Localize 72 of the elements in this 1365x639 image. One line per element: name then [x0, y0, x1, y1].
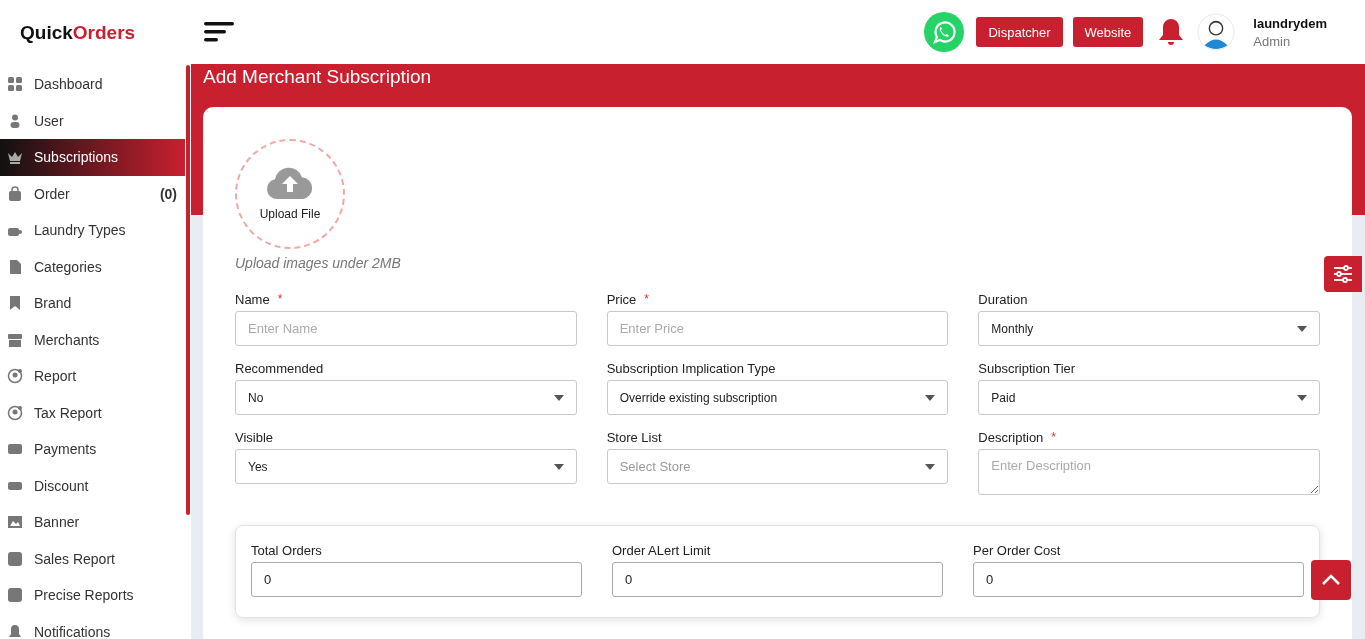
select-dropdown[interactable]: Paid: [978, 380, 1320, 415]
sidebar-item[interactable]: Precise Reports: [0, 577, 185, 614]
field-label: Price: [606, 291, 637, 307]
field-label: Per Order Cost: [973, 542, 1061, 558]
number-field[interactable]: 0: [612, 562, 943, 597]
sidebar-item[interactable]: Dashboard: [0, 66, 185, 103]
caret-icon: [553, 394, 564, 401]
avatar-icon[interactable]: [1197, 13, 1236, 51]
cloud-upload-icon: [265, 167, 315, 201]
header-button[interactable]: Dispatcher: [976, 17, 1063, 47]
field-label: Subscription Implication Type: [606, 360, 776, 376]
user-role: Admin: [1253, 33, 1292, 49]
sidebar-item[interactable]: Categories: [0, 248, 185, 285]
sidebar-item[interactable]: Report: [0, 358, 185, 395]
field-label: Visible: [235, 429, 274, 445]
sidebar-item[interactable]: Brand: [0, 285, 185, 322]
menu-icon[interactable]: [204, 20, 236, 44]
field-label: Duration: [978, 291, 1028, 307]
sidebar-item[interactable]: Payments: [0, 431, 185, 468]
caret-icon: [1297, 394, 1307, 401]
caret-icon: [925, 463, 936, 470]
sidebar-item[interactable]: Merchants: [0, 321, 185, 358]
field-label: Subscription Tier: [978, 360, 1076, 376]
field-label: Store List: [606, 429, 662, 445]
number-field[interactable]: 0: [251, 562, 582, 597]
sidebar-item[interactable]: Subscriptions: [0, 139, 185, 176]
document-icon: [7, 258, 23, 275]
page-title: Add Merchant Subscription: [203, 65, 433, 89]
sidebar-item[interactable]: Banner: [0, 504, 185, 541]
select-dropdown[interactable]: Monthly: [978, 311, 1320, 346]
caret-icon: [925, 394, 936, 401]
required-asterisk: *: [277, 292, 283, 306]
sidebar-item[interactable]: Notifications: [0, 613, 185, 639]
person-circle-icon: [7, 404, 23, 421]
upload-hint: Upload images under 2MB: [235, 255, 402, 271]
quickorders-logo: QuickOrders: [19, 21, 137, 45]
caret-icon: [1297, 325, 1307, 332]
chevron-up-icon: [1321, 574, 1341, 586]
field-label: Name: [235, 291, 270, 307]
store-icon: [7, 331, 23, 348]
user-name: laundrydem: [1253, 15, 1327, 31]
bookmark-icon: [7, 295, 23, 312]
field-label: Order ALert Limit: [612, 542, 711, 558]
sidebar-item[interactable]: Order (0): [0, 175, 185, 212]
grid-icon: [7, 76, 23, 93]
number-field[interactable]: 0: [973, 562, 1304, 597]
sidebar-item[interactable]: User: [0, 102, 185, 139]
image-icon: [7, 514, 23, 531]
sidebar-item[interactable]: Discount: [0, 467, 185, 504]
required-asterisk: *: [644, 292, 649, 306]
person-circle-icon: [7, 368, 23, 385]
field-label: Total Orders: [251, 542, 322, 558]
caret-icon: [553, 463, 564, 470]
bag-icon: [7, 185, 23, 202]
select-dropdown[interactable]: No: [235, 380, 577, 415]
sliders-icon: [1333, 264, 1353, 284]
field-label: Recommended: [235, 360, 324, 376]
upload-area[interactable]: Upload File: [235, 139, 345, 249]
text-area[interactable]: Enter Description: [978, 449, 1320, 495]
text-field[interactable]: Enter Price: [606, 311, 949, 346]
field-label: Description: [978, 429, 1044, 445]
header-button[interactable]: Website: [1072, 17, 1144, 47]
select-dropdown[interactable]: Override existing subscription: [606, 380, 949, 415]
settings-sliders-button[interactable]: [1324, 256, 1362, 292]
text-field[interactable]: Enter Name: [235, 311, 577, 346]
upload-label: Upload File: [259, 207, 321, 221]
select-dropdown[interactable]: Yes: [235, 449, 577, 484]
sidebar-item[interactable]: Sales Report: [0, 540, 185, 577]
scroll-to-top-button[interactable]: [1311, 560, 1351, 600]
sidebar-item[interactable]: Laundry Types: [0, 212, 185, 249]
sidebar-item[interactable]: Tax Report: [0, 394, 185, 431]
required-asterisk: *: [1051, 430, 1057, 444]
